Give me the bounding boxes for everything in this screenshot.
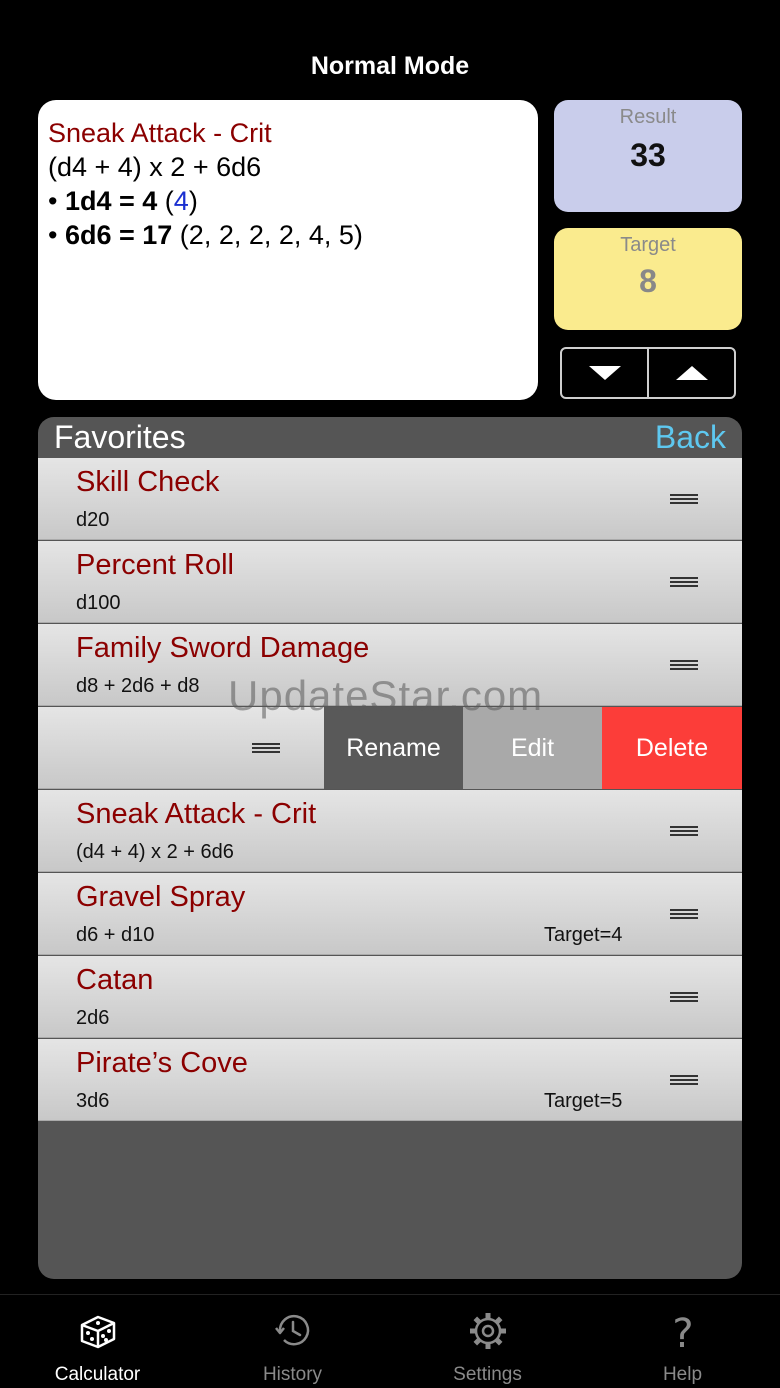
favorite-row-swiped[interactable]: Rename Edit Delete xyxy=(38,707,742,789)
dice-icon xyxy=(80,1315,115,1349)
target-box[interactable]: Target 8 xyxy=(554,228,742,330)
gear-icon xyxy=(469,1313,506,1349)
favorite-name: Skill Check xyxy=(76,466,220,498)
favorite-expression: 2d6 xyxy=(76,1007,110,1029)
favorite-expression: d20 xyxy=(76,509,110,531)
breakdown-rolls: 4 xyxy=(173,186,189,216)
tab-history[interactable]: History xyxy=(195,1295,390,1388)
target-value: 8 xyxy=(639,263,657,299)
reorder-handle-icon[interactable] xyxy=(670,992,698,1003)
favorite-expression: d6 + d10 xyxy=(76,924,155,946)
result-value: 33 xyxy=(630,137,666,173)
favorite-name: Percent Roll xyxy=(76,549,234,581)
favorite-name: Gravel Spray xyxy=(76,881,246,913)
rename-button[interactable]: Rename xyxy=(324,707,463,789)
favorite-row[interactable]: Family Sword Damage d8 + 2d6 + d8 xyxy=(38,624,742,706)
favorite-target: Target=4 xyxy=(544,924,623,946)
target-increment-button[interactable] xyxy=(647,349,734,397)
roll-display: Sneak Attack - Crit (d4 + 4) x 2 + 6d6 •… xyxy=(38,100,538,400)
favorite-name: Sneak Attack - Crit xyxy=(76,798,317,830)
back-button[interactable]: Back xyxy=(655,419,726,456)
reorder-handle-icon[interactable] xyxy=(670,826,698,837)
display-breakdown-line: • 6d6 = 17 (2, 2, 2, 2, 4, 5) xyxy=(48,220,363,250)
tab-calculator[interactable]: Calculator xyxy=(0,1295,195,1388)
tab-label: Help xyxy=(662,1364,703,1385)
arrow-down-icon xyxy=(588,366,621,380)
favorite-expression: d100 xyxy=(76,592,121,614)
favorite-row[interactable]: Sneak Attack - Crit (d4 + 4) x 2 + 6d6 xyxy=(38,790,742,872)
tab-bar: Calculator History Settings ? Help xyxy=(0,1294,780,1388)
favorite-target: Target=5 xyxy=(544,1090,623,1112)
favorite-name: Family Sword Damage xyxy=(76,632,370,664)
favorites-header: Favorites Back xyxy=(38,417,742,458)
favorite-row[interactable]: Gravel Spray d6 + d10 Target=4 xyxy=(38,873,742,955)
favorites-title: Favorites xyxy=(54,419,186,455)
history-clock-icon xyxy=(274,1314,309,1346)
favorite-expression: (d4 + 4) x 2 + 6d6 xyxy=(76,841,234,863)
result-label: Result xyxy=(619,106,677,128)
reorder-handle-icon[interactable] xyxy=(670,660,698,671)
display-expression: (d4 + 4) x 2 + 6d6 xyxy=(48,152,262,182)
breakdown-rolls: 2, 2, 2, 2, 4, 5 xyxy=(188,220,354,250)
target-decrement-button[interactable] xyxy=(562,349,647,397)
target-label: Target xyxy=(620,234,676,256)
tab-settings[interactable]: Settings xyxy=(390,1295,585,1388)
edit-button[interactable]: Edit xyxy=(463,707,602,789)
tab-label: Calculator xyxy=(54,1364,141,1385)
reorder-handle-icon[interactable] xyxy=(670,494,698,505)
delete-button[interactable]: Delete xyxy=(602,707,742,789)
arrow-up-icon xyxy=(675,366,708,380)
display-roll-name: Sneak Attack - Crit xyxy=(48,118,272,148)
tab-help[interactable]: ? Help xyxy=(585,1295,780,1388)
page-title: Normal Mode xyxy=(310,52,470,80)
favorite-row[interactable]: Pirate’s Cove 3d6 Target=5 xyxy=(38,1039,742,1121)
target-stepper[interactable] xyxy=(560,347,736,399)
display-breakdown-line: • 1d4 = 4 (4) xyxy=(48,186,198,216)
reorder-handle-icon[interactable] xyxy=(670,577,698,588)
svg-text:?: ? xyxy=(672,1311,693,1353)
favorites-panel: Favorites Back Skill Check d20 Percent R… xyxy=(38,417,742,1279)
breakdown-term: 1d4 = 4 xyxy=(64,186,158,216)
favorite-expression: d8 + 2d6 + d8 xyxy=(76,675,200,697)
tab-label: History xyxy=(262,1364,323,1385)
favorite-name: Pirate’s Cove xyxy=(76,1047,248,1079)
question-mark-icon: ? xyxy=(672,1311,693,1353)
result-box: Result 33 xyxy=(554,100,742,212)
reorder-handle-icon[interactable] xyxy=(670,909,698,920)
breakdown-term: 6d6 = 17 xyxy=(64,220,173,250)
favorite-row[interactable]: Percent Roll d100 xyxy=(38,541,742,623)
reorder-handle-icon[interactable] xyxy=(670,1075,698,1086)
reorder-handle-icon[interactable] xyxy=(252,743,280,754)
tab-label: Settings xyxy=(453,1364,522,1385)
favorite-expression: 3d6 xyxy=(76,1090,110,1112)
favorite-row[interactable]: Skill Check d20 xyxy=(38,458,742,540)
favorite-name: Catan xyxy=(76,964,154,996)
favorite-row[interactable]: Catan 2d6 xyxy=(38,956,742,1038)
